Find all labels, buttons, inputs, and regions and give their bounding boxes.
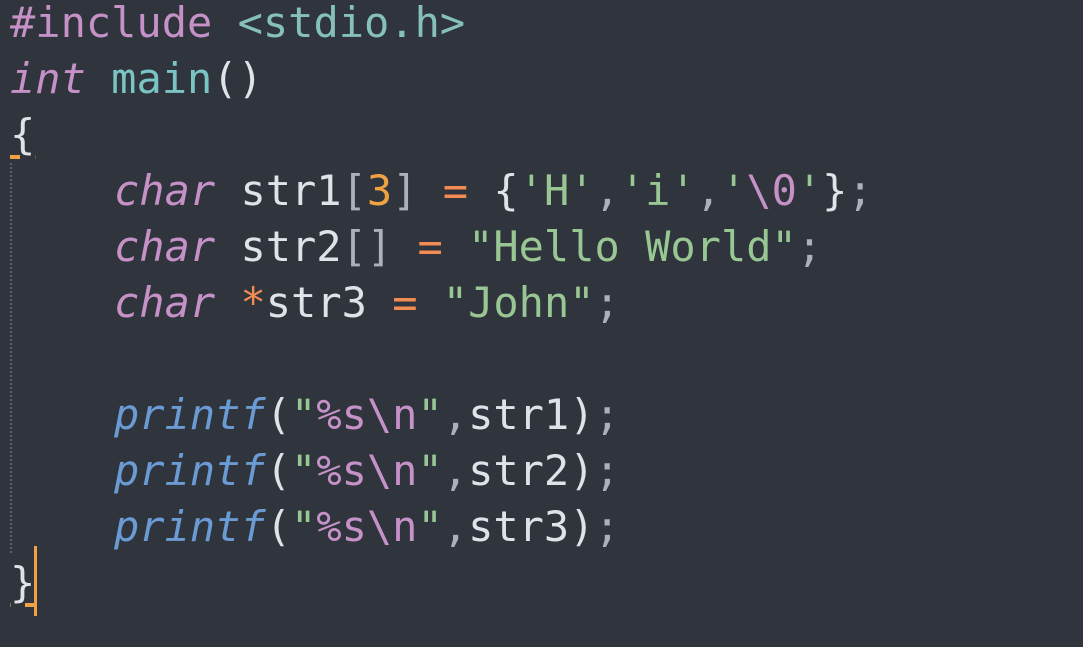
code-line-6[interactable]: char *str3 = "John"; [10, 275, 620, 331]
code-line-8[interactable]: printf("%s\n",str1); [10, 387, 620, 443]
open-brace: { [10, 110, 36, 159]
string-literal: "Hello World" [468, 222, 797, 271]
argument: str2 [468, 446, 570, 495]
string-literal: "John" [442, 278, 595, 327]
code-editor[interactable]: #include <stdio.h> int main() { char str… [0, 0, 1083, 647]
pointer-operator: * [240, 278, 266, 327]
code-line-11[interactable]: } [10, 555, 35, 611]
function-call: printf [114, 502, 266, 551]
code-line-3[interactable]: { [10, 107, 35, 163]
char-literal: 'i' [619, 166, 696, 215]
array-size: 3 [366, 166, 393, 215]
format-specifier: %s [316, 446, 367, 495]
parentheses: () [212, 54, 263, 103]
close-brace: } [10, 558, 36, 607]
code-line-5[interactable]: char str2[] = "Hello World"; [10, 219, 822, 275]
assign-operator: = [392, 278, 418, 327]
escape-sequence: \n [366, 502, 418, 551]
code-line-4[interactable]: char str1[3] = {'H','i','\0'}; [10, 163, 873, 219]
assign-operator: = [442, 166, 469, 215]
function-call: printf [114, 390, 266, 439]
type-keyword: int [10, 54, 86, 103]
function-name: main [111, 54, 213, 103]
format-specifier: %s [316, 502, 367, 551]
format-specifier: %s [316, 390, 367, 439]
code-line-9[interactable]: printf("%s\n",str2); [10, 443, 620, 499]
escape-sequence: \n [366, 390, 418, 439]
char-literal: 'H' [518, 166, 595, 215]
escape-sequence: \0 [746, 166, 797, 215]
code-line-2[interactable]: int main() [10, 51, 263, 107]
code-line-1[interactable]: #include <stdio.h> [10, 0, 465, 51]
argument: str1 [468, 390, 570, 439]
type-keyword: char [114, 166, 216, 215]
variable-name: str1 [240, 166, 342, 215]
escape-sequence: \n [366, 446, 418, 495]
code-line-10[interactable]: printf("%s\n",str3); [10, 499, 620, 555]
text-cursor [34, 546, 37, 616]
preprocessor-directive: #include [10, 0, 213, 47]
argument: str3 [468, 502, 570, 551]
variable-name: str3 [265, 278, 367, 327]
function-call: printf [114, 446, 266, 495]
include-header: <stdio.h> [237, 0, 466, 47]
type-keyword: char [114, 222, 216, 271]
type-keyword: char [114, 278, 216, 327]
assign-operator: = [417, 222, 443, 271]
variable-name: str2 [240, 222, 342, 271]
